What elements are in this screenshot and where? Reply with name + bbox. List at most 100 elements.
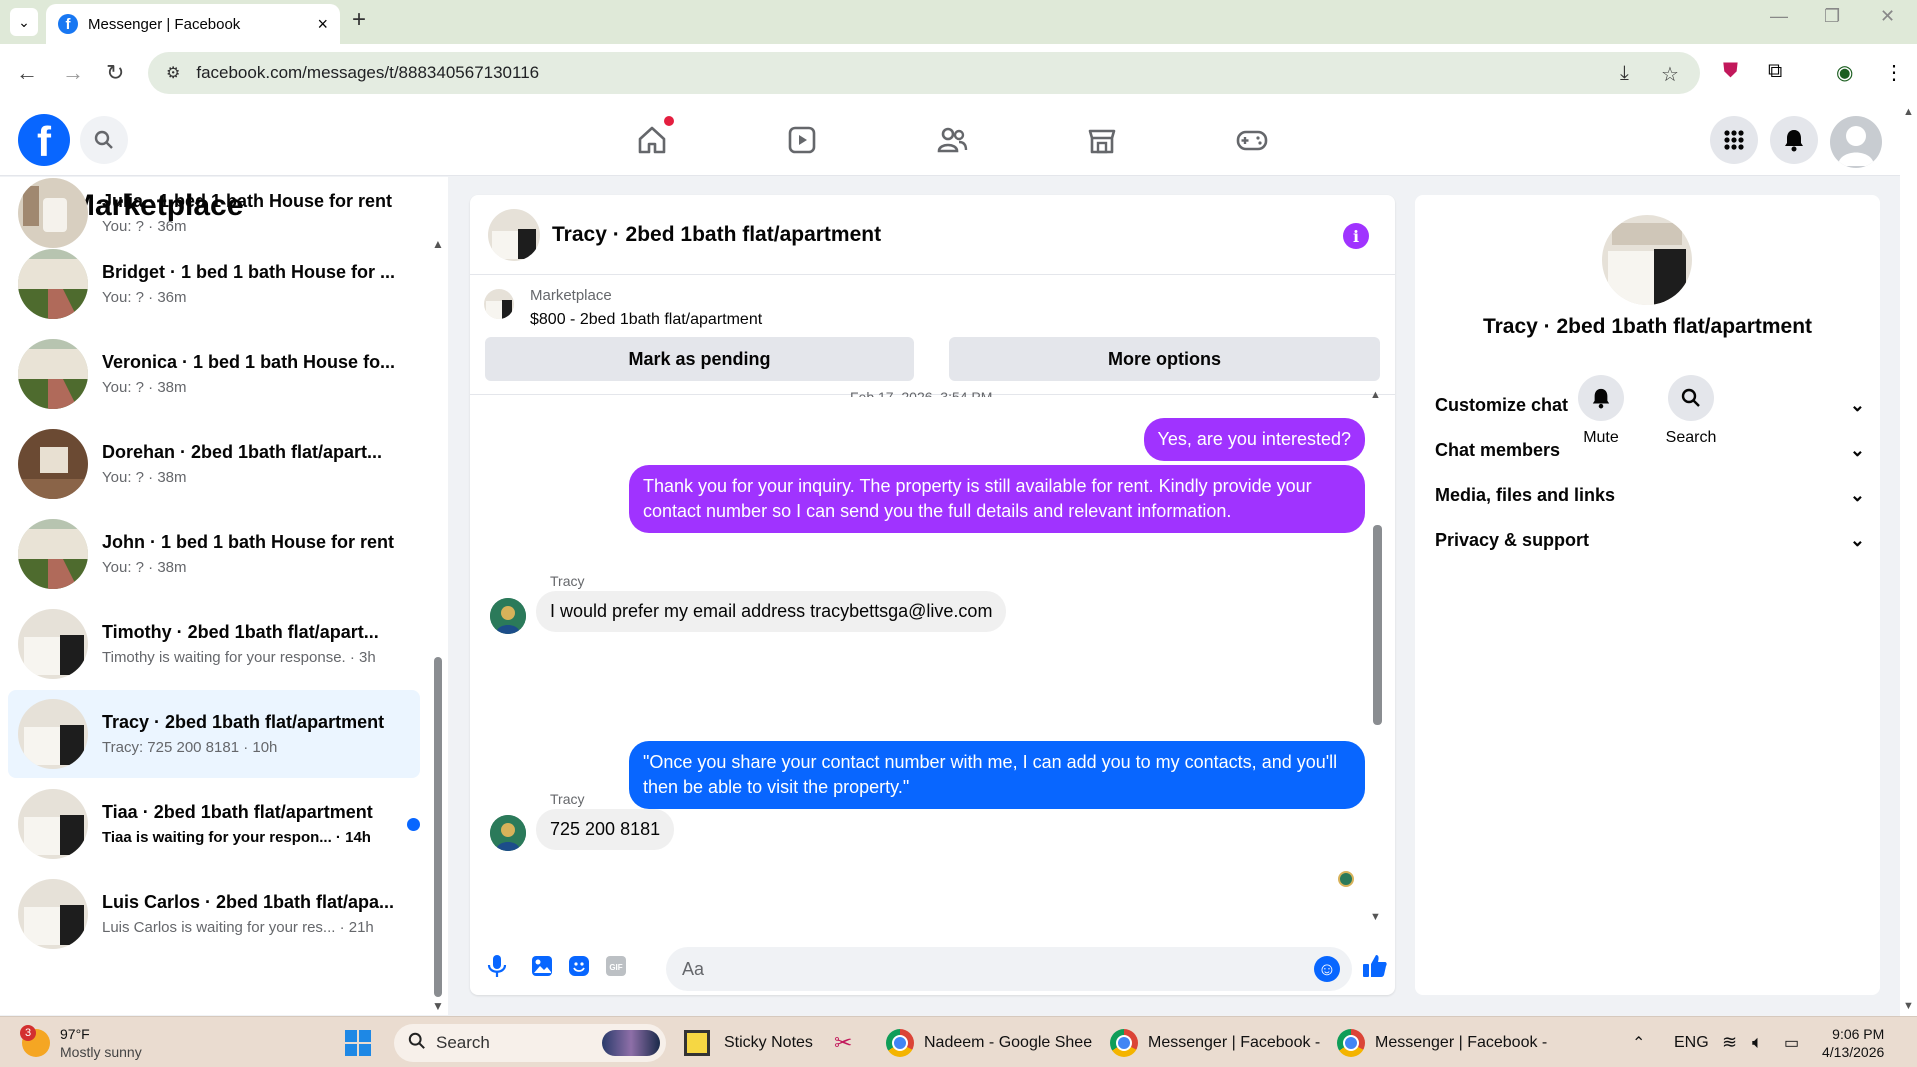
home-icon[interactable] (632, 116, 674, 160)
conversation-item-luis-carlos[interactable]: Luis Carlos · 2bed 1bath flat/apa... Luis… (8, 870, 420, 958)
privacy-support-row[interactable]: Privacy & support ⌄ (1435, 530, 1865, 551)
url-omnibox[interactable]: ⚙ facebook.com/messages/t/88834056713011… (148, 52, 1700, 94)
battery-icon[interactable]: ▭ (1784, 1017, 1799, 1067)
listing-thumbnail (18, 879, 88, 949)
sidebar-scrollbar-thumb[interactable] (434, 657, 442, 997)
chat-scroll-down-icon[interactable]: ▼ (1370, 911, 1381, 923)
chat-members-row[interactable]: Chat members ⌄ (1435, 440, 1865, 461)
message-timestamp: Feb 17, 2026, 3:54 PM (850, 389, 993, 397)
conversation-preview: You: ? · 36m (102, 218, 187, 235)
conversation-name: Dorehan · 2bed 1bath flat/apart... (102, 442, 383, 462)
thumbs-up-like-icon[interactable] (1362, 953, 1388, 979)
tab-search-chevron-icon[interactable]: ⌄ (10, 8, 38, 36)
conversation-item-dorehan[interactable]: Dorehan · 2bed 1bath flat/apart... You: ?… (8, 420, 420, 508)
taskbar-search[interactable]: Search (394, 1024, 666, 1062)
system-clock[interactable]: 9:06 PM 4/13/2026 (1822, 1017, 1884, 1067)
browser-tab-bar: ⌄ f Messenger | Facebook × + — ❐ ✕ (0, 0, 1917, 44)
chevron-down-icon: ⌄ (1849, 440, 1865, 460)
conversation-name: John · 1 bed 1 bath House for rent (102, 532, 395, 552)
mark-as-pending-button[interactable]: Mark as pending (485, 337, 914, 381)
conversation-item-tiaa[interactable]: Tiaa · 2bed 1bath flat/apartment Tiaa is … (8, 780, 420, 868)
message-input[interactable]: Aa ☺ (666, 947, 1352, 991)
gaming-icon[interactable] (1232, 120, 1272, 160)
taskbar-chrome-messenger-1[interactable]: Messenger | Facebook - (1110, 1017, 1320, 1067)
window-close-icon[interactable]: ✕ (1880, 6, 1895, 27)
conversation-name: Luis Carlos · 2bed 1bath flat/apa... (102, 892, 395, 912)
profile-account-icon[interactable]: ◉ (1836, 60, 1853, 85)
extensions-puzzle-icon[interactable]: ⧉ (1768, 60, 1782, 83)
search-icon[interactable] (80, 116, 128, 164)
message-incoming: I would prefer my email address tracybet… (536, 591, 1007, 632)
restore-icon[interactable]: ❐ (1824, 6, 1840, 27)
marketplace-icon[interactable] (1082, 120, 1122, 160)
emoji-icon[interactable]: ☺ (1314, 956, 1340, 982)
wifi-icon[interactable]: ≋ (1722, 1017, 1737, 1067)
notifications-bell-icon[interactable] (1770, 116, 1818, 164)
snipping-tool-icon[interactable]: ✂ (834, 1017, 852, 1067)
sender-avatar[interactable] (490, 598, 526, 634)
show-hidden-icons-chevron-icon[interactable]: ⌃ (1632, 1017, 1645, 1067)
friends-icon[interactable] (932, 120, 972, 160)
menu-grid-icon[interactable] (1710, 116, 1758, 164)
ublock-extension-icon[interactable]: ⛊ (1723, 60, 1738, 83)
chat-avatar[interactable] (488, 208, 540, 261)
photo-icon[interactable] (529, 953, 555, 979)
listing-price-title[interactable]: $800 - 2bed 1bath flat/apartment (530, 311, 762, 329)
windows-start-icon[interactable] (344, 1017, 372, 1067)
forward-arrow-icon[interactable]: → (62, 60, 84, 86)
conversation-item-timothy[interactable]: Timothy · 2bed 1bath flat/apart... Timoth… (8, 600, 420, 688)
svg-text:GIF: GIF (609, 963, 622, 972)
chat-scrollbar-thumb[interactable] (1373, 525, 1382, 725)
details-avatar (1602, 215, 1692, 305)
conversation-name: Veronica · 1 bed 1 bath House fo... (102, 352, 396, 372)
reload-icon[interactable]: ↻ (106, 60, 124, 86)
conversation-item-bridget[interactable]: Bridget · 1 bed 1 bath House for ... You:… (8, 240, 420, 328)
page-scroll-down-icon[interactable]: ▼ (1903, 1000, 1914, 1012)
sidebar-scroll-down-icon[interactable]: ▼ (432, 999, 444, 1013)
media-files-links-row[interactable]: Media, files and links ⌄ (1435, 485, 1865, 506)
url-text: facebook.com/messages/t/888340567130116 (196, 63, 540, 82)
browser-tab-messenger[interactable]: f Messenger | Facebook × (46, 4, 340, 44)
facebook-favicon-icon: f (58, 14, 78, 34)
weather-widget[interactable]: 3 97°F Mostly sunny (20, 1017, 142, 1067)
taskbar-chrome-google-sheets[interactable]: Nadeem - Google Shee (886, 1017, 1092, 1067)
conversation-preview: Tracy: 725 200 8181 · 10h (102, 739, 278, 756)
chat-title[interactable]: Tracy · 2bed 1bath flat/apartment (552, 223, 881, 247)
chat-scroll-up-icon[interactable]: ▲ (1370, 389, 1381, 401)
message-outgoing: "Once you share your contact number with… (629, 741, 1365, 809)
taskbar-chrome-messenger-2[interactable]: Messenger | Facebook - (1337, 1017, 1547, 1067)
profile-avatar[interactable] (1830, 116, 1882, 168)
info-icon[interactable]: i (1343, 223, 1369, 249)
page-scrollbar[interactable]: ▲ ▼ (1900, 104, 1917, 1016)
conversation-item-john[interactable]: John · 1 bed 1 bath House for rent You: ?… (8, 510, 420, 598)
conversation-item-tracy[interactable]: Tracy · 2bed 1bath flat/apartment Tracy: … (8, 690, 420, 778)
minimize-icon[interactable]: — (1770, 6, 1788, 27)
facebook-logo-icon[interactable]: f (18, 114, 70, 166)
browser-menu-icon[interactable]: ⋮ (1884, 60, 1904, 85)
sidebar-scroll-up-icon[interactable]: ▲ (432, 237, 444, 251)
conversation-item-veronica[interactable]: Veronica · 1 bed 1 bath House fo... You: … (8, 330, 420, 418)
bookmark-star-icon[interactable]: ☆ (1661, 62, 1679, 87)
volume-icon[interactable]: 🔈︎ (1752, 1017, 1763, 1067)
new-tab-plus-icon[interactable]: + (352, 6, 366, 34)
customize-chat-row[interactable]: Customize chat ⌄ (1435, 395, 1865, 416)
conversation-name: Tiaa · 2bed 1bath flat/apartment (102, 802, 373, 822)
back-arrow-icon[interactable]: ← (16, 60, 38, 86)
listing-thumbnail (18, 609, 88, 679)
sticker-icon[interactable] (566, 953, 592, 979)
listing-thumbnail (18, 178, 88, 248)
microphone-icon[interactable] (484, 953, 510, 979)
more-options-button[interactable]: More options (949, 337, 1380, 381)
taskbar-app-label: Nadeem - Google Shee (924, 1033, 1093, 1051)
video-icon[interactable] (782, 120, 822, 160)
gif-icon[interactable]: GIF (603, 953, 629, 979)
clock-date: 4/13/2026 (1822, 1043, 1885, 1060)
taskbar-sticky-notes[interactable]: Sticky Notes (684, 1017, 813, 1067)
page-scroll-up-icon[interactable]: ▲ (1903, 106, 1914, 118)
tab-close-icon[interactable]: × (317, 14, 328, 35)
conversation-preview: You: ? · 38m (102, 379, 187, 396)
install-app-icon[interactable]: ⤓ (1620, 62, 1629, 85)
site-info-icon[interactable]: ⚙ (166, 63, 180, 83)
sender-avatar[interactable] (490, 815, 526, 851)
language-indicator[interactable]: ENG (1674, 1017, 1709, 1067)
